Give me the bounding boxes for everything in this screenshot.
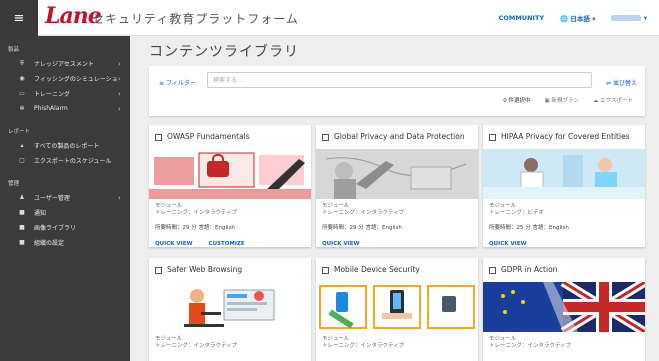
- card-thumbnail[interactable]: [149, 149, 311, 199]
- sidebar-item-label: PhishAlarm: [34, 105, 68, 112]
- quick-view-button[interactable]: QUICK VIEW: [155, 241, 193, 247]
- card-title[interactable]: OWASP Fundamentals: [167, 132, 250, 141]
- card-thumbnail[interactable]: [483, 149, 645, 199]
- app-title: セキュリティ教育プラットフォーム: [92, 12, 299, 26]
- card-thumbnail[interactable]: [483, 282, 645, 332]
- filter-button[interactable]: ≡ フィルター: [159, 78, 196, 87]
- card-type: モジュール: [155, 203, 183, 209]
- card-thumbnail[interactable]: [316, 149, 478, 199]
- sidebar-item-label: フィッシングのシミュレーション: [34, 76, 118, 83]
- schedule-icon: ▢: [19, 157, 25, 164]
- sidebar-item[interactable]: ■ 組織の設定: [0, 235, 130, 250]
- sidebar-item-label: 画像ライブラリ: [34, 225, 77, 232]
- language-selector[interactable]: 🌐 日本語 ▾: [560, 13, 595, 23]
- community-link[interactable]: COMMUNITY: [499, 14, 545, 22]
- card-duration: 所要時間：29 分 言語：English: [155, 225, 235, 231]
- card-type: モジュール: [489, 203, 517, 209]
- phishing-icon: ◉: [19, 75, 25, 82]
- quick-view-button[interactable]: QUICK VIEW: [489, 241, 527, 247]
- card-kind: トレーニング：インタラクティブ: [155, 343, 238, 349]
- content-card[interactable]: OWASP Fundamentals モジュール トレーニング：インタラクティブ…: [149, 125, 311, 247]
- menu-icon[interactable]: ≡: [0, 0, 38, 36]
- content-card[interactable]: GDPR in Action モジュール トレーニング：インタラクティブ: [483, 258, 645, 361]
- card-kind: トレーニング：ビデオ: [489, 210, 545, 216]
- sidebar-item-label: ユーザー管理: [34, 195, 70, 202]
- export-button[interactable]: ☁ エクスポート: [593, 96, 633, 104]
- sidebar-item-label: 組織の設定: [34, 240, 65, 247]
- sort-button[interactable]: ⇌ 並び替え: [606, 78, 637, 87]
- card-type: モジュール: [155, 336, 183, 342]
- card-type: モジュール: [322, 336, 350, 342]
- card-title[interactable]: HIPAA Privacy for Covered Entities: [501, 132, 630, 141]
- chevron-right-icon: ›: [118, 74, 121, 83]
- card-type: モジュール: [322, 203, 350, 209]
- sidebar-item[interactable]: ✻ PhishAlarm ›: [0, 101, 130, 116]
- sidebar: 製品 ⛨ ナレッジアセスメント › ◉ フィッシングのシミュレーション › ▭ トレーニング › ✻…: [0, 36, 130, 361]
- main-content: コンテンツライブラリ ≡ フィルター ⇌ 並び替え 0 件選択中 ▣ 新規プラン…: [130, 36, 659, 361]
- sidebar-section-title: レポート: [8, 129, 31, 135]
- sidebar-item-label: トレーニング: [34, 91, 71, 98]
- select-checkbox[interactable]: [489, 134, 496, 141]
- card-duration: 所要時間：29 分 言語：English: [322, 225, 402, 231]
- select-checkbox[interactable]: [322, 134, 329, 141]
- sidebar-item[interactable]: ■ 画像ライブラリ: [0, 220, 130, 235]
- card-thumbnail[interactable]: [316, 282, 478, 332]
- report-icon: ▴: [20, 142, 24, 149]
- user-name: [611, 15, 642, 21]
- sidebar-item[interactable]: ▢ エクスポートのスケジュール: [0, 153, 130, 168]
- training-icon: ▭: [19, 90, 25, 97]
- selected-count: 0 件選択中: [503, 98, 531, 104]
- sidebar-item[interactable]: ♟ ユーザー管理 ›: [0, 190, 130, 205]
- chevron-right-icon: ›: [118, 193, 121, 202]
- content-card[interactable]: HIPAA Privacy for Covered Entities モジュール…: [483, 125, 645, 247]
- select-checkbox[interactable]: [489, 267, 496, 274]
- chevron-right-icon: ›: [118, 89, 121, 98]
- sidebar-item[interactable]: ◉ フィッシングのシミュレーション ›: [0, 71, 130, 86]
- sidebar-item[interactable]: ▴ すべての製品のレポート: [0, 138, 130, 153]
- chevron-right-icon: ›: [118, 59, 121, 68]
- org-settings-icon: ■: [19, 239, 25, 246]
- sidebar-item-label: ナレッジアセスメント: [34, 61, 94, 68]
- new-plan-button[interactable]: ▣ 新規プラン: [544, 96, 578, 104]
- card-kind: トレーニング：インタラクティブ: [322, 343, 405, 349]
- image-library-icon: ■: [19, 224, 25, 231]
- shield-icon: ⛨: [19, 59, 25, 67]
- sidebar-item-label: エクスポートのスケジュール: [34, 158, 112, 165]
- card-kind: トレーニング：インタラクティブ: [489, 343, 572, 349]
- chevron-right-icon: ›: [118, 104, 121, 113]
- users-icon: ♟: [19, 194, 25, 201]
- card-kind: トレーニング：インタラクティブ: [155, 210, 238, 216]
- select-checkbox[interactable]: [322, 267, 329, 274]
- search-input[interactable]: [207, 72, 592, 88]
- card-title[interactable]: GDPR in Action: [501, 265, 557, 274]
- page-title: コンテンツライブラリ: [149, 44, 299, 60]
- customize-button[interactable]: CUSTOMIZE: [209, 241, 245, 247]
- card-title[interactable]: Mobile Device Security: [334, 265, 420, 274]
- card-title[interactable]: Global Privacy and Data Protection: [334, 132, 465, 141]
- sidebar-item[interactable]: ■ 通知: [0, 205, 130, 220]
- user-menu[interactable]: ▾: [611, 14, 647, 22]
- card-title[interactable]: Safer Web Browsing: [167, 265, 242, 274]
- select-checkbox[interactable]: [155, 134, 162, 141]
- phishalarm-icon: ✻: [19, 105, 25, 112]
- quick-view-button[interactable]: QUICK VIEW: [322, 241, 360, 247]
- card-duration: 所要時間：25 分 言語：English: [489, 225, 569, 231]
- content-card[interactable]: Safer Web Browsing モジュール トレーニング：インタラクティブ: [149, 258, 311, 361]
- content-card[interactable]: Mobile Device Security モジュール トレーニング：インタラ…: [316, 258, 478, 361]
- card-thumbnail[interactable]: [149, 282, 311, 332]
- sidebar-item-label: 通知: [34, 210, 47, 217]
- sidebar-section-title: 製品: [8, 47, 20, 53]
- top-bar: ≡ Lane セキュリティ教育プラットフォーム COMMUNITY 🌐 日本語 …: [0, 0, 659, 36]
- notify-icon: ■: [19, 209, 25, 216]
- sidebar-item[interactable]: ▭ トレーニング ›: [0, 86, 130, 101]
- card-type: モジュール: [489, 336, 517, 342]
- select-checkbox[interactable]: [155, 267, 162, 274]
- sidebar-section-title: 管理: [8, 181, 20, 187]
- card-kind: トレーニング：インタラクティブ: [322, 210, 405, 216]
- search-panel: ≡ フィルター ⇌ 並び替え 0 件選択中 ▣ 新規プラン ☁ エクスポート: [149, 66, 645, 116]
- content-card[interactable]: Global Privacy and Data Protection モジュール…: [316, 125, 478, 247]
- sidebar-item[interactable]: ⛨ ナレッジアセスメント ›: [0, 56, 130, 71]
- sidebar-item-label: すべての製品のレポート: [34, 143, 100, 150]
